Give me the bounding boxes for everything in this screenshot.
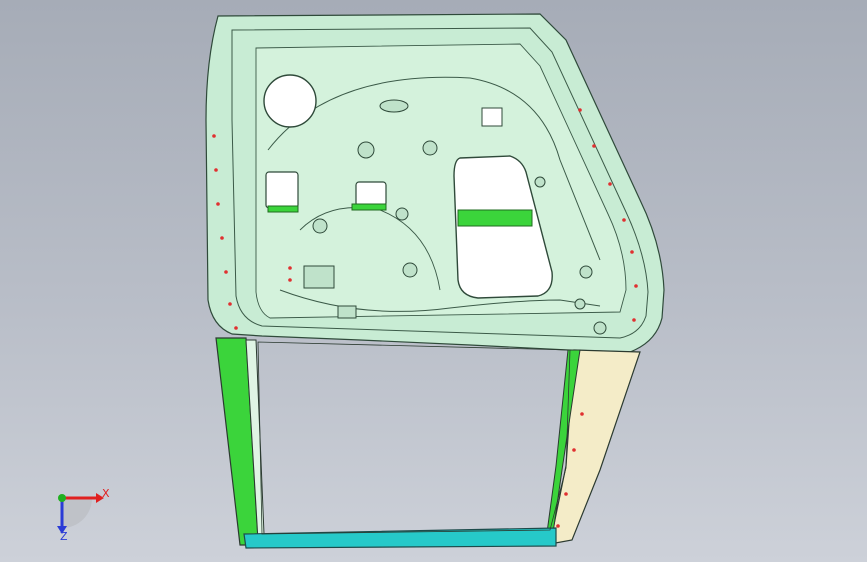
boss — [534, 176, 546, 188]
weld-point — [632, 318, 636, 322]
slot — [379, 99, 409, 113]
bracket-highlight — [267, 205, 299, 213]
boss — [593, 321, 607, 335]
boss — [312, 218, 328, 234]
weld-point — [580, 412, 584, 416]
weld-point — [634, 284, 638, 288]
frame-opening — [257, 341, 571, 535]
boss — [357, 141, 375, 159]
weld-point — [592, 144, 596, 148]
weld-point — [234, 326, 238, 330]
bracket-highlight — [351, 203, 387, 211]
weld-point — [578, 108, 582, 112]
weld-point — [572, 448, 576, 452]
weld-point — [216, 202, 220, 206]
speaker-hole — [263, 74, 317, 128]
opening-upper-right — [481, 107, 503, 127]
y-axis-dot — [58, 494, 66, 502]
opening-center — [355, 181, 387, 207]
opening-left — [265, 171, 299, 209]
weld-point — [214, 168, 218, 172]
weld-point — [220, 236, 224, 240]
weld-point — [224, 270, 228, 274]
weld-point — [288, 278, 292, 282]
bottom-seal — [243, 527, 557, 549]
weld-point — [622, 218, 626, 222]
weld-point — [608, 182, 612, 186]
boss — [422, 140, 438, 156]
bracket-highlight — [457, 209, 533, 227]
weld-point — [288, 266, 292, 270]
weld-point — [564, 492, 568, 496]
weld-point — [212, 134, 216, 138]
cad-graphics-viewport[interactable]: X Z — [0, 0, 867, 562]
pocket — [337, 305, 357, 319]
boss — [574, 298, 586, 310]
boss — [402, 262, 418, 278]
door-inner-panel-model[interactable] — [0, 0, 867, 562]
weld-point — [228, 302, 232, 306]
boss — [579, 265, 593, 279]
pocket — [303, 265, 335, 289]
z-axis-label: Z — [60, 530, 68, 543]
boss — [395, 207, 409, 221]
weld-point — [630, 250, 634, 254]
x-axis-label: X — [102, 487, 110, 500]
weld-point — [556, 524, 560, 528]
triad-background-arc — [62, 498, 92, 528]
